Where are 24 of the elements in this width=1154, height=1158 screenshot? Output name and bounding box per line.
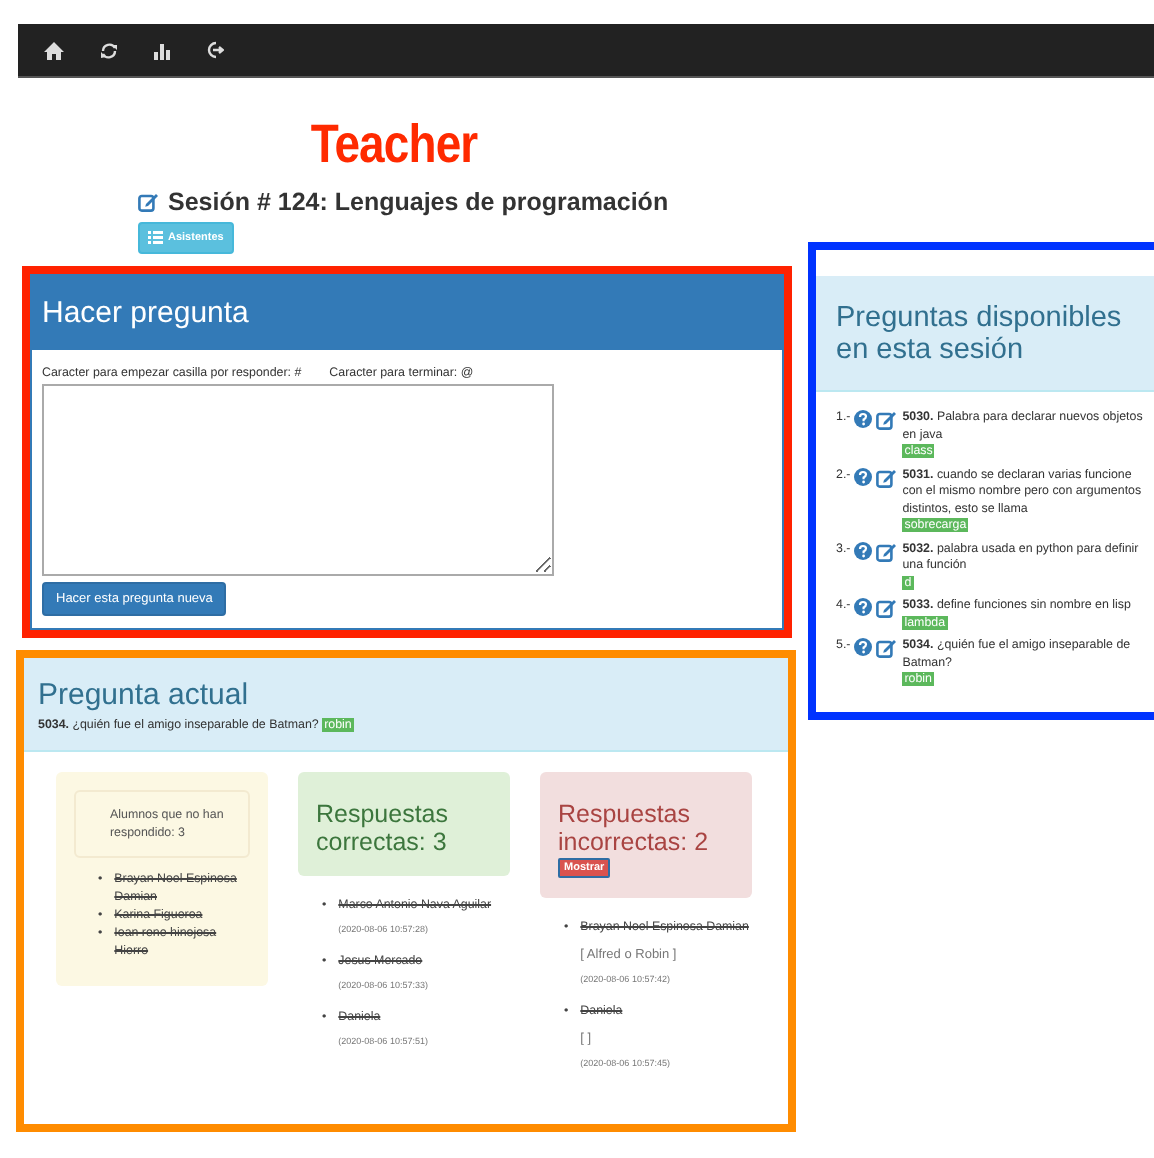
help-icon[interactable] <box>854 467 873 485</box>
brand-title: Teacher <box>308 114 480 176</box>
list-icon <box>148 230 164 246</box>
help-icon[interactable] <box>854 541 873 559</box>
edit-icon[interactable] <box>876 598 899 618</box>
edit-icon[interactable] <box>876 410 899 430</box>
edit-icon[interactable] <box>876 467 899 487</box>
help-icon[interactable] <box>854 598 873 616</box>
session-title: Sesión # 124: Lenguajes de programación <box>168 188 669 216</box>
help-icon[interactable] <box>854 410 873 428</box>
panel-header: Hacer pregunta <box>32 276 782 350</box>
incorrect-count: Respuestas incorrectas: 2 <box>558 800 711 856</box>
edit-icon <box>138 192 160 212</box>
bar-chart-icon[interactable] <box>154 41 170 59</box>
logout-icon[interactable] <box>206 40 224 60</box>
correct-count: Respuestas correctas: 3 <box>316 800 451 856</box>
question-input-field[interactable] <box>42 384 554 576</box>
panel-title: Pregunta actual <box>38 678 251 712</box>
edit-icon[interactable] <box>876 541 899 561</box>
home-icon[interactable] <box>44 41 64 59</box>
help-icon[interactable] <box>854 638 873 656</box>
edit-icon[interactable] <box>876 638 899 658</box>
panel-header: Preguntas disponibles en esta sesión <box>816 276 1154 392</box>
refresh-icon[interactable] <box>100 41 118 59</box>
